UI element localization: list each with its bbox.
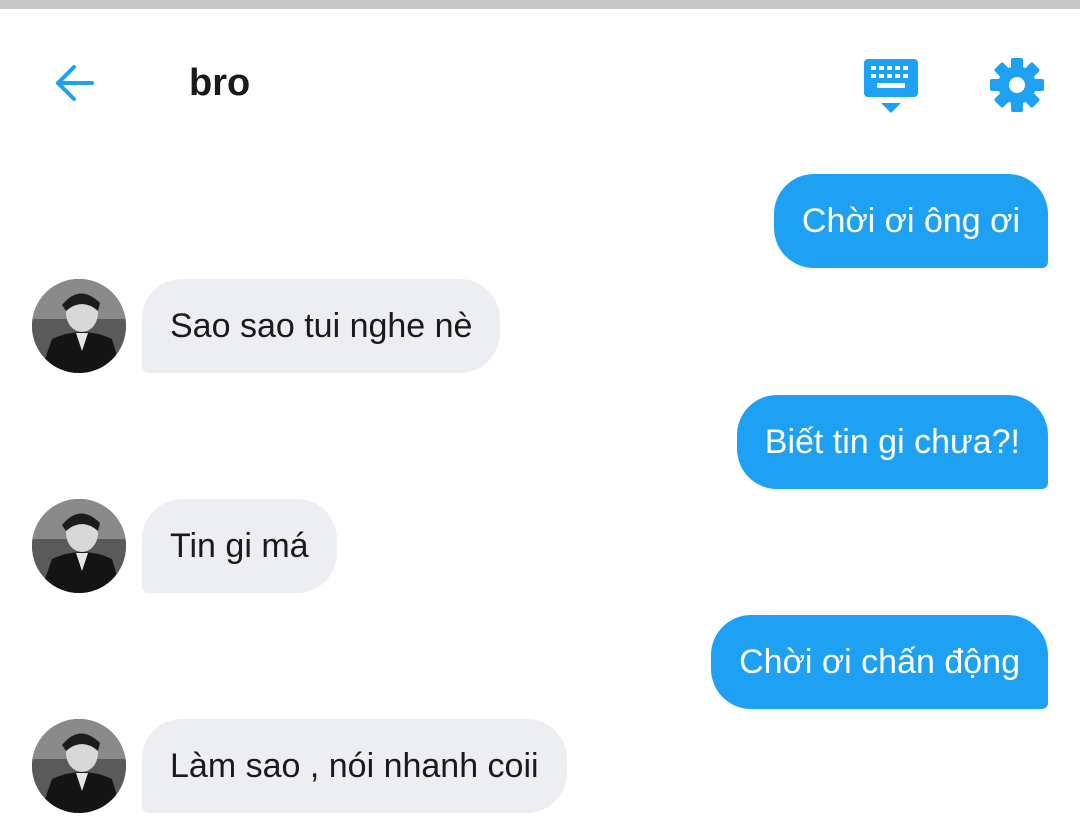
message-bubble-outgoing[interactable]: Chời ơi chấn động: [711, 615, 1048, 709]
message-text: Chời ơi ông ơi: [801, 202, 1020, 240]
message-bubble-incoming[interactable]: Làm sao , nói nhanh coii: [142, 719, 567, 813]
chat-screen: bro Chời ơi ông ơi Sao sao tui nghe nè B…: [0, 0, 1080, 818]
message-text: Biết tin gi chưa?!: [764, 423, 1020, 461]
avatar-photo: [32, 499, 126, 593]
avatar[interactable]: [32, 279, 126, 373]
message-list: Chời ơi ông ơi Sao sao tui nghe nè Biết …: [0, 0, 1080, 818]
avatar-photo: [32, 279, 126, 373]
message-text: Làm sao , nói nhanh coii: [170, 747, 539, 785]
message-text: Tin gi má: [170, 527, 309, 565]
message-bubble-incoming[interactable]: Sao sao tui nghe nè: [142, 279, 501, 373]
message-text: Chời ơi chấn động: [739, 643, 1020, 681]
message-bubble-incoming[interactable]: Tin gi má: [142, 499, 337, 593]
avatar-photo: [32, 719, 126, 813]
message-bubble-outgoing[interactable]: Biết tin gi chưa?!: [736, 395, 1048, 489]
avatar[interactable]: [32, 719, 126, 813]
message-bubble-outgoing[interactable]: Chời ơi ông ơi: [773, 174, 1048, 268]
message-text: Sao sao tui nghe nè: [170, 307, 473, 345]
avatar[interactable]: [32, 499, 126, 593]
